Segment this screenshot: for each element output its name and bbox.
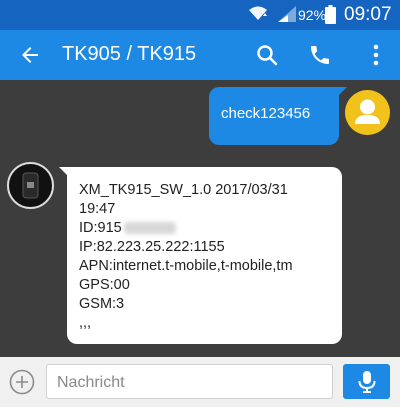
gps-tracker-icon	[22, 172, 39, 199]
app-bar: TK905 / TK915	[0, 30, 400, 80]
outgoing-message[interactable]: check123456	[209, 87, 347, 145]
incoming-message[interactable]: XM_TK915_SW_1.0 2017/03/31 19:47 ID:915 …	[59, 167, 342, 344]
message-line: 19:47	[79, 201, 116, 217]
more-options-icon[interactable]	[364, 42, 388, 73]
sender-avatar[interactable]	[7, 162, 54, 209]
message-line-id: ID:915	[79, 219, 342, 238]
add-attachment-icon[interactable]	[9, 369, 35, 400]
message-line: GSM:3	[79, 296, 125, 312]
message-line: APN:internet.t-mobile,t-mobile,tm	[79, 258, 293, 274]
status-clock: 09:07	[344, 4, 392, 25]
back-arrow-icon[interactable]	[18, 43, 42, 72]
contact-avatar[interactable]	[345, 90, 390, 135]
status-bar: 92% 09:07	[0, 0, 400, 30]
microphone-icon	[358, 371, 376, 393]
conversation-title: TK905 / TK915	[62, 43, 197, 65]
wifi-icon	[248, 5, 268, 28]
message-line: XM_TK915_SW_1.0 2017/03/31	[79, 182, 288, 198]
search-icon[interactable]	[255, 43, 279, 72]
message-composer: Nachricht	[0, 357, 400, 407]
device-id: ID:915	[79, 220, 122, 236]
phone-icon[interactable]	[308, 43, 332, 72]
message-line: ,,,	[79, 315, 92, 331]
message-line: GPS:00	[79, 277, 130, 293]
person-icon	[355, 99, 380, 124]
message-line: IP:82.223.25.222:1155	[79, 239, 225, 255]
redacted-id	[123, 222, 176, 235]
message-input[interactable]: Nachricht	[46, 364, 333, 399]
voice-input-button[interactable]	[343, 364, 390, 399]
signal-icon	[278, 6, 296, 27]
battery-icon	[325, 5, 336, 29]
battery-percent: 92%	[298, 7, 327, 23]
message-list[interactable]: check123456 XM_TK915_SW_1.0 2017/03/31 1…	[0, 80, 400, 357]
outgoing-message-text: check123456	[221, 105, 311, 122]
